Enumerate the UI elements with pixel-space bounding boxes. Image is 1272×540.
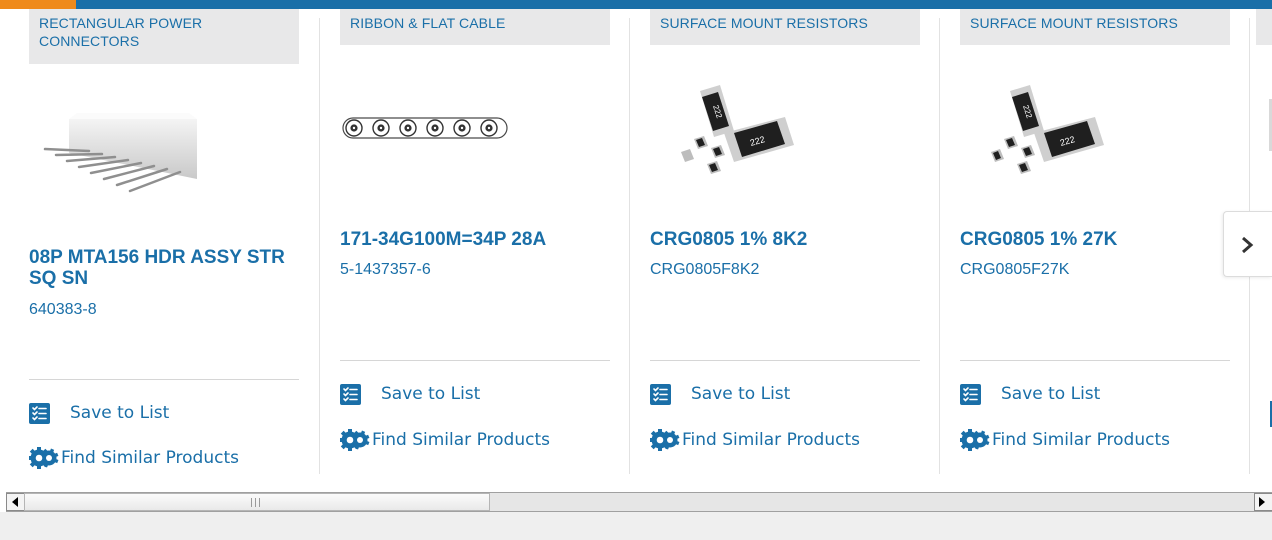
find-similar-label: Find Similar Products xyxy=(372,430,550,450)
scroll-thumb[interactable] xyxy=(24,493,490,511)
horizontal-scrollbar[interactable] xyxy=(6,492,1272,512)
page-footer-area xyxy=(0,512,1272,540)
find-similar-label: Find Similar Products xyxy=(682,430,860,450)
find-similar-products-button[interactable]: Find Similar Products xyxy=(28,446,239,470)
chevron-right-icon xyxy=(1240,236,1254,259)
arrow-right-icon xyxy=(1259,497,1265,507)
product-category[interactable]: SURFACE MOUNT RESISTORS xyxy=(960,9,1230,45)
checklist-icon xyxy=(29,402,50,424)
part-number-link[interactable]: CRG0805F27K xyxy=(960,261,1069,279)
card-separator xyxy=(340,360,610,361)
product-card: RIBBON & FLAT CABLE 171-34G100M=34P 28A … xyxy=(339,9,610,485)
product-name-link[interactable]: CRG0805 1% 8K2 xyxy=(650,229,920,250)
connector-header-image[interactable] xyxy=(29,91,299,201)
save-to-list-button[interactable]: Save to List xyxy=(29,401,169,425)
gears-icon xyxy=(649,428,680,452)
checklist-icon xyxy=(650,383,671,405)
product-card: SURFACE MOUNT RESISTORS 222 222 CRG0805 … xyxy=(959,9,1230,485)
save-to-list-label: Save to List xyxy=(1001,384,1101,404)
save-to-list-label: Save to List xyxy=(70,403,170,423)
card-divider xyxy=(939,18,940,474)
card-divider xyxy=(629,18,630,474)
save-to-list-button[interactable]: Save to List xyxy=(960,382,1100,406)
product-name-link[interactable]: CRG0805 1% 27K xyxy=(960,229,1230,250)
smd-resistor-image[interactable]: 222 222 xyxy=(650,73,920,183)
part-number-link[interactable]: 640383-8 xyxy=(29,301,97,319)
product-category[interactable]: SURFACE MOUNT RESISTORS xyxy=(650,9,920,45)
save-to-list-label: Save to List xyxy=(381,384,481,404)
save-to-list-label: Save to List xyxy=(691,384,791,404)
card-separator xyxy=(960,360,1230,361)
product-carousel: RECTANGULAR POWER CONNECTORS 08P MTA156 … xyxy=(0,9,1272,485)
product-category[interactable]: RECTANGULAR POWER CONNECTORS xyxy=(29,9,299,64)
product-card: RECTANGULAR POWER CONNECTORS 08P MTA156 … xyxy=(28,9,299,485)
find-similar-products-button[interactable]: Find Similar Products xyxy=(649,428,860,452)
find-similar-products-button[interactable]: Find Similar Products xyxy=(959,428,1170,452)
card-separator xyxy=(650,360,920,361)
product-name-link[interactable]: 08P MTA156 HDR ASSY STR SQ SN xyxy=(29,247,299,289)
ribbon-cable-image[interactable] xyxy=(340,71,610,181)
part-number-link[interactable]: 5-1437357-6 xyxy=(340,261,431,279)
top-accent-highlight xyxy=(0,0,76,9)
gears-icon xyxy=(959,428,990,452)
gears-icon xyxy=(28,446,59,470)
find-similar-products-button[interactable]: Find Similar Products xyxy=(339,428,550,452)
scroll-left-button[interactable] xyxy=(6,493,26,511)
part-number-link[interactable]: CRG0805F8K2 xyxy=(650,261,759,279)
gears-icon xyxy=(339,428,370,452)
find-similar-label: Find Similar Products xyxy=(61,448,239,468)
card-divider xyxy=(319,18,320,474)
product-category[interactable]: RIBBON & FLAT CABLE xyxy=(340,9,610,45)
card-separator xyxy=(29,379,299,380)
top-accent-bar xyxy=(0,0,1272,9)
save-to-list-button[interactable]: Save to List xyxy=(340,382,480,406)
scroll-grip xyxy=(251,498,260,507)
smd-resistor-image[interactable]: 222 222 xyxy=(960,73,1230,183)
checklist-icon xyxy=(340,383,361,405)
scroll-right-button[interactable] xyxy=(1254,493,1272,511)
find-similar-label: Find Similar Products xyxy=(992,430,1170,450)
carousel-next-button[interactable] xyxy=(1223,211,1272,277)
checklist-icon xyxy=(960,383,981,405)
product-name-link[interactable]: 171-34G100M=34P 28A xyxy=(340,229,610,250)
save-to-list-button[interactable]: Save to List xyxy=(650,382,790,406)
product-card: SURFACE MOUNT RESISTORS 222 222 CRG0805 … xyxy=(649,9,920,485)
arrow-left-icon xyxy=(12,497,18,507)
